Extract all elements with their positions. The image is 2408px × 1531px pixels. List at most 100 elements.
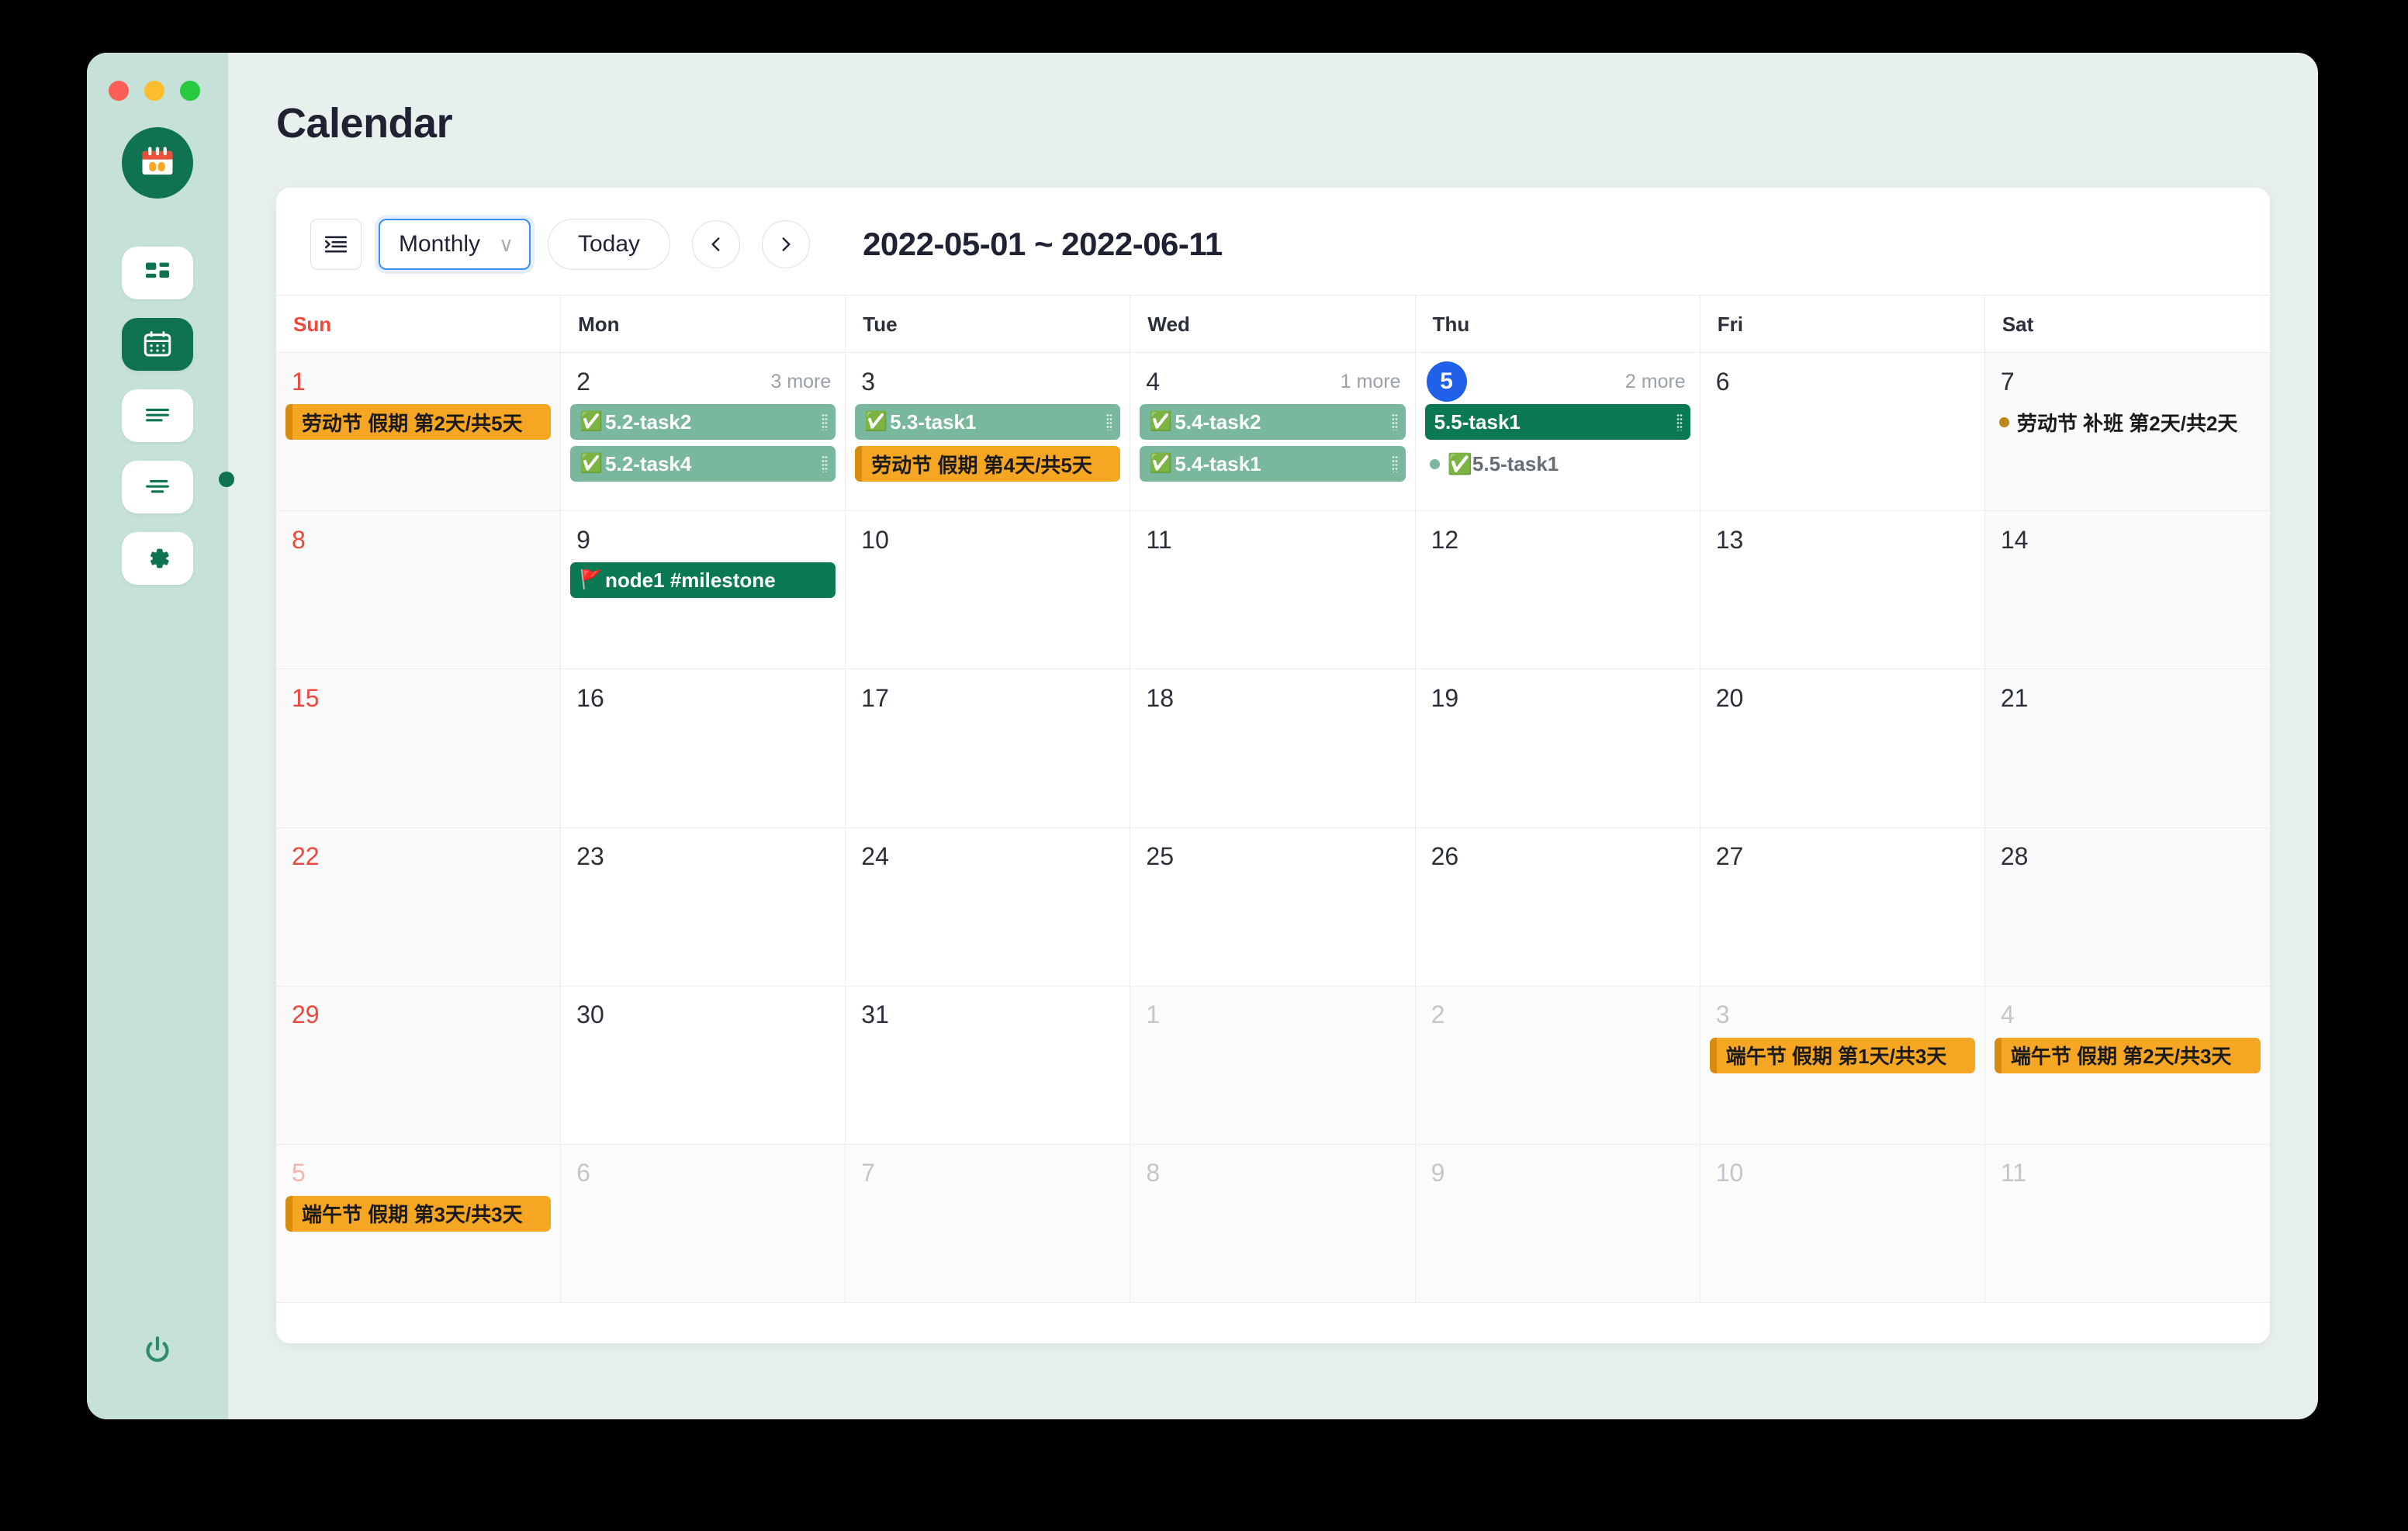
day-number[interactable]: 24 [861, 842, 889, 871]
day-cell[interactable]: 10 [846, 511, 1130, 669]
calendar-event[interactable]: 5.5-task1 [1425, 404, 1690, 440]
day-number[interactable]: 26 [1431, 842, 1459, 871]
calendar-event[interactable]: ✅5.3-task1 [855, 404, 1120, 440]
day-number[interactable]: 8 [292, 526, 306, 555]
day-number[interactable]: 30 [576, 1001, 604, 1029]
day-number[interactable]: 13 [1716, 526, 1744, 555]
day-number[interactable]: 31 [861, 1001, 889, 1029]
day-cell[interactable]: 7 [846, 1145, 1130, 1303]
day-cell[interactable]: 14 [1985, 511, 2270, 669]
day-number[interactable]: 23 [576, 842, 604, 871]
sidebar-item-calendar[interactable] [122, 318, 193, 371]
day-number[interactable]: 10 [1716, 1159, 1744, 1187]
day-number[interactable]: 3 [861, 368, 875, 396]
day-number[interactable]: 25 [1146, 842, 1174, 871]
day-cell[interactable]: 4端午节 假期 第2天/共3天 [1985, 987, 2270, 1145]
day-cell[interactable]: 4 1 more ✅5.4-task2 ✅5.4-task1 [1130, 353, 1415, 511]
calendar-event[interactable]: 端午节 假期 第1天/共3天 [1710, 1038, 1975, 1073]
event-resize-handle[interactable] [1676, 413, 1683, 430]
calendar-event[interactable]: ✅5.4-task1 [1140, 446, 1405, 482]
more-events-link[interactable]: 3 more [770, 371, 831, 393]
day-number-today[interactable]: 5 [1427, 361, 1467, 402]
day-number[interactable]: 7 [2001, 368, 2015, 396]
view-mode-select[interactable]: Monthly ∨ [379, 219, 531, 270]
day-number[interactable]: 3 [1716, 1001, 1730, 1029]
day-cell[interactable]: 15 [276, 669, 561, 828]
day-cell[interactable]: 11 [1985, 1145, 2270, 1303]
day-number[interactable]: 9 [1431, 1159, 1445, 1187]
day-cell[interactable]: 2 3 more ✅5.2-task2 ✅5.2-task4 [561, 353, 846, 511]
day-number[interactable]: 1 [1146, 1001, 1160, 1029]
today-button[interactable]: Today [548, 219, 670, 270]
day-cell[interactable]: 11 [1130, 511, 1415, 669]
day-cell[interactable]: 3 ✅5.3-task1 劳动节 假期 第4天/共5天 [846, 353, 1130, 511]
day-number[interactable]: 5 [292, 1159, 306, 1187]
day-number[interactable]: 10 [861, 526, 889, 555]
calendar-event[interactable]: ✅5.2-task4 [570, 446, 836, 482]
day-number[interactable]: 18 [1146, 684, 1174, 713]
day-number[interactable]: 6 [576, 1159, 590, 1187]
event-resize-handle[interactable] [1106, 413, 1112, 430]
day-number[interactable]: 19 [1431, 684, 1459, 713]
calendar-event[interactable]: ✅5.4-task2 [1140, 404, 1405, 440]
day-cell[interactable]: 3 端午节 假期 第1天/共3天 [1700, 987, 1985, 1145]
event-resize-handle[interactable] [1392, 455, 1398, 472]
calendar-event[interactable]: 劳动节 补班 第2天/共2天 [1995, 404, 2261, 440]
day-number[interactable]: 1 [292, 368, 306, 396]
day-cell[interactable]: 6 [561, 1145, 846, 1303]
calendar-event[interactable]: 劳动节 假期 第4天/共5天 [855, 446, 1120, 482]
day-cell[interactable]: 9🚩 node1 #milestone [561, 511, 846, 669]
day-cell[interactable]: 22 [276, 828, 561, 987]
day-number[interactable]: 22 [292, 842, 320, 871]
day-cell[interactable]: 20 [1700, 669, 1985, 828]
sidebar-item-list[interactable] [122, 389, 193, 442]
day-cell[interactable]: 8 [1130, 1145, 1415, 1303]
day-number[interactable]: 12 [1431, 526, 1459, 555]
day-number[interactable]: 4 [2001, 1001, 2015, 1029]
day-number[interactable]: 4 [1146, 368, 1160, 396]
day-number[interactable]: 16 [576, 684, 604, 713]
day-cell[interactable]: 27 [1700, 828, 1985, 987]
maximize-window-button[interactable] [180, 81, 200, 101]
day-number[interactable]: 29 [292, 1001, 320, 1029]
app-logo[interactable] [122, 127, 193, 199]
sidebar-toggle-button[interactable] [310, 219, 362, 270]
day-number[interactable]: 21 [2001, 684, 2029, 713]
day-cell[interactable]: 7 劳动节 补班 第2天/共2天 [1985, 353, 2270, 511]
more-events-link[interactable]: 1 more [1341, 371, 1401, 393]
event-resize-handle[interactable] [822, 413, 828, 430]
calendar-event[interactable]: ✅5.2-task2 [570, 404, 836, 440]
day-number[interactable]: 11 [1146, 526, 1171, 555]
event-resize-handle[interactable] [822, 455, 828, 472]
day-number[interactable]: 27 [1716, 842, 1744, 871]
day-cell[interactable]: 1 劳动节 假期 第2天/共5天 [276, 353, 561, 511]
day-cell[interactable]: 2 [1416, 987, 1700, 1145]
day-cell[interactable]: 23 [561, 828, 846, 987]
day-cell[interactable]: 18 [1130, 669, 1415, 828]
calendar-event[interactable]: 端午节 假期 第3天/共3天 [285, 1196, 551, 1232]
day-cell[interactable]: 12 [1416, 511, 1700, 669]
minimize-window-button[interactable] [144, 81, 164, 101]
day-number[interactable]: 2 [1431, 1001, 1445, 1029]
day-number[interactable]: 2 [576, 368, 590, 396]
day-cell[interactable]: 19 [1416, 669, 1700, 828]
day-cell[interactable]: 9 [1416, 1145, 1700, 1303]
calendar-event[interactable]: ✅5.5-task1 [1425, 446, 1690, 482]
day-cell[interactable]: 30 [561, 987, 846, 1145]
calendar-event[interactable]: 劳动节 假期 第2天/共5天 [285, 404, 551, 440]
day-cell[interactable]: 1 [1130, 987, 1415, 1145]
previous-period-button[interactable] [692, 220, 740, 268]
calendar-event[interactable]: 🚩 node1 #milestone [570, 562, 836, 598]
power-button[interactable] [136, 1329, 179, 1373]
day-cell[interactable]: 5 2 more 5.5-task1 ✅5.5-task1 [1416, 353, 1700, 511]
day-cell[interactable]: 10 [1700, 1145, 1985, 1303]
sidebar-item-dashboard[interactable] [122, 247, 193, 299]
day-cell[interactable]: 8 [276, 511, 561, 669]
day-cell[interactable]: 21 [1985, 669, 2270, 828]
day-number[interactable]: 7 [861, 1159, 875, 1187]
event-resize-handle[interactable] [1392, 413, 1398, 430]
more-events-link[interactable]: 2 more [1625, 371, 1686, 393]
day-cell[interactable]: 26 [1416, 828, 1700, 987]
day-cell[interactable]: 29 [276, 987, 561, 1145]
next-period-button[interactable] [762, 220, 810, 268]
